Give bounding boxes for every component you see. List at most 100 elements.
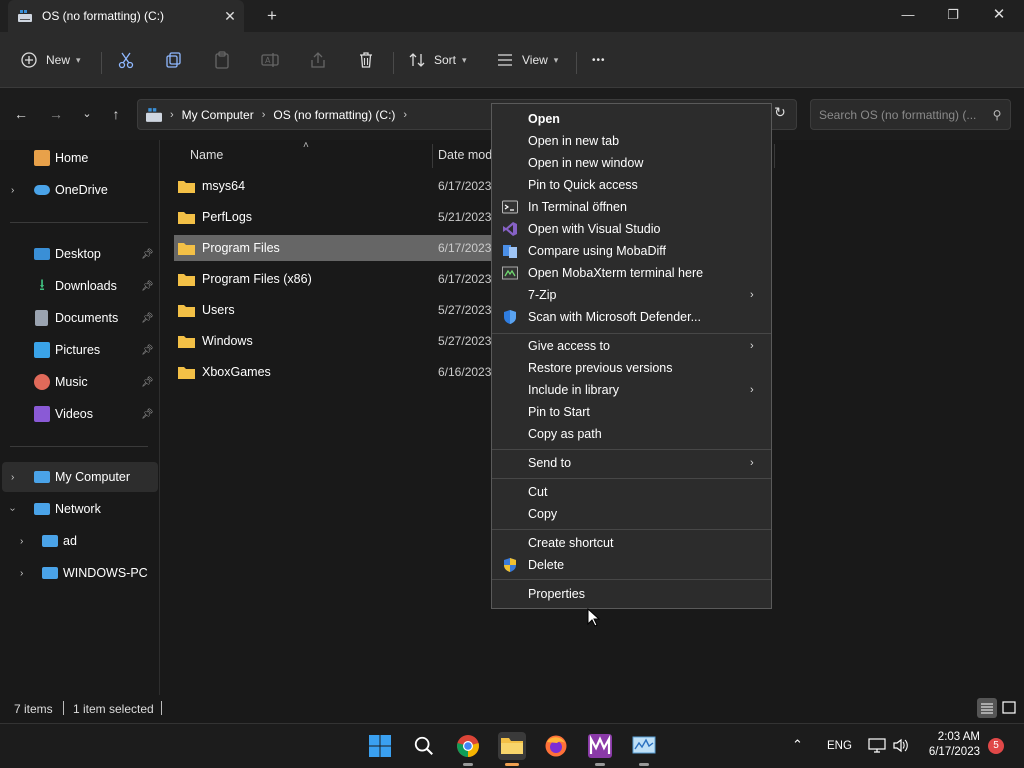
paste-button[interactable] [213,44,231,76]
sidebar-item-pictures[interactable]: Pictures 📌︎ [0,335,158,365]
menu-item-send-to[interactable]: Send to › [492,452,771,474]
pin-icon[interactable]: 📌︎ [141,345,154,356]
sidebar-item-network[interactable]: › Network [0,494,158,524]
copy-button[interactable] [165,44,183,76]
sidebar-item-home[interactable]: Home [0,143,158,173]
chevron-right-icon[interactable]: › [11,185,14,196]
menu-item-open-new-window[interactable]: Open in new window [492,152,771,174]
menu-item-copy[interactable]: Copy [492,503,771,525]
mobaxterm-taskbar-button[interactable] [586,732,614,766]
sidebar-item-music[interactable]: Music 📌︎ [0,367,158,397]
menu-item-include-library[interactable]: Include in library › [492,379,771,401]
file-date: 5/27/2023 [438,303,492,317]
search-icon[interactable]: ⚲ [984,108,1010,122]
sidebar-item-my-computer[interactable]: › My Computer [2,462,158,492]
column-header-name[interactable]: Name [190,148,223,162]
file-row-program-files[interactable]: Program Files 6/17/2023 [174,235,492,261]
sidebar-item-documents[interactable]: Documents 📌︎ [0,303,158,333]
search-taskbar-button[interactable] [410,732,438,760]
pin-icon[interactable]: 📌︎ [141,249,154,260]
more-options-button[interactable]: ••• [592,44,606,76]
rename-button[interactable]: A [261,44,279,76]
recent-chevron-icon[interactable]: ⌄ [75,104,99,124]
menu-item-mobadiff[interactable]: Compare using MobaDiff [492,240,771,262]
file-row-perflogs[interactable]: PerfLogs 5/21/2023 [174,204,492,230]
chevron-right-icon[interactable]: › [20,536,23,547]
breadcrumb-my-computer[interactable]: My Computer [182,108,254,122]
menu-item-open-new-tab[interactable]: Open in new tab [492,130,771,152]
menu-item-cut[interactable]: Cut [492,481,771,503]
menu-item-pin-quick-access[interactable]: Pin to Quick access [492,174,771,196]
firefox-taskbar-button[interactable] [542,732,570,760]
file-row-windows[interactable]: Windows 5/27/2023 [174,328,492,354]
delete-button[interactable] [357,44,375,76]
notification-badge[interactable]: 5 [988,738,1004,754]
menu-item-mobaxterm[interactable]: Open MobaXterm terminal here [492,262,771,284]
sidebar-item-windows-pc[interactable]: › WINDOWS-PC [0,558,158,588]
sidebar-item-videos[interactable]: Videos 📌︎ [0,399,158,429]
view-button[interactable]: View ▾ [496,44,558,76]
sidebar-item-desktop[interactable]: Desktop 📌︎ [0,239,158,269]
forward-arrow-icon[interactable]: → [44,104,68,124]
column-divider[interactable] [432,144,433,168]
tiles-view-button[interactable] [999,698,1019,718]
menu-item-create-shortcut[interactable]: Create shortcut [492,532,771,554]
file-name: Windows [202,334,253,348]
back-arrow-icon[interactable]: ← [9,104,33,124]
volume-icon[interactable] [892,737,910,754]
new-button[interactable]: New ▾ [20,44,81,76]
file-row-xboxgames[interactable]: XboxGames 6/16/2023 [174,359,492,385]
language-indicator[interactable]: ENG [827,740,852,752]
menu-item-open[interactable]: Open [492,108,771,130]
share-button[interactable] [309,44,327,76]
breadcrumb-chevron-icon: › [170,108,174,121]
file-row-program-files-x86[interactable]: Program Files (x86) 6/17/2023 [174,266,492,292]
menu-item-properties[interactable]: Properties [492,583,771,605]
file-row-users[interactable]: Users 5/27/2023 [174,297,492,323]
close-window-button[interactable]: ✕ [976,0,1022,32]
search-input[interactable]: Search OS (no formatting) (... [819,108,984,122]
menu-item-copy-path[interactable]: Copy as path [492,423,771,445]
chevron-right-icon[interactable]: › [11,472,14,483]
sidebar-item-label: WINDOWS-PC [63,566,148,580]
pin-icon[interactable]: 📌︎ [141,409,154,420]
menu-item-restore-versions[interactable]: Restore previous versions [492,357,771,379]
cut-button[interactable] [117,44,135,76]
new-tab-button[interactable]: + [262,6,282,26]
menu-item-delete[interactable]: Delete [492,554,771,576]
refresh-icon[interactable]: ↻ [770,104,790,124]
pin-icon[interactable]: 📌︎ [141,313,154,324]
menu-item-visual-studio[interactable]: Open with Visual Studio [492,218,771,240]
pin-icon[interactable]: 📌︎ [141,281,154,292]
menu-item-terminal[interactable]: In Terminal öffnen [492,196,771,218]
start-button[interactable] [366,732,394,760]
system-clock[interactable]: 2:03 AM 6/17/2023 [918,730,980,760]
details-view-button[interactable] [977,698,997,718]
chevron-down-icon[interactable]: › [7,507,18,510]
close-tab-icon[interactable]: ✕ [216,8,244,25]
file-row-msys64[interactable]: msys64 6/17/2023 [174,173,492,199]
menu-item-defender-scan[interactable]: Scan with Microsoft Defender... [492,306,771,328]
sort-button[interactable]: Sort ▾ [408,44,467,76]
up-arrow-icon[interactable]: ↑ [104,104,128,124]
pin-icon[interactable]: 📌︎ [141,377,154,388]
chevron-up-icon[interactable]: ⌃ [792,737,803,753]
sidebar-item-ad[interactable]: › ad [0,526,158,556]
menu-item-give-access[interactable]: Give access to › [492,335,771,357]
sidebar-item-onedrive[interactable]: › OneDrive [0,175,158,205]
network-status-icon[interactable] [868,737,886,754]
maximize-button[interactable]: ❐ [930,0,976,32]
sidebar-item-downloads[interactable]: ⭳ Downloads 📌︎ [0,271,158,301]
minimize-button[interactable]: — [885,0,931,32]
column-divider[interactable] [774,144,775,168]
search-box[interactable]: Search OS (no formatting) (... ⚲ [810,99,1011,130]
chevron-right-icon[interactable]: › [20,568,23,579]
menu-item-pin-start[interactable]: Pin to Start [492,401,771,423]
menu-item-7zip[interactable]: 7-Zip › [492,284,771,306]
resource-monitor-taskbar-button[interactable] [630,732,658,766]
column-header-date[interactable]: Date mod [438,148,492,162]
breadcrumb-os-drive[interactable]: OS (no formatting) (C:) [273,108,395,122]
file-explorer-taskbar-button[interactable] [498,732,526,766]
chrome-taskbar-button[interactable] [454,732,482,766]
tab-os-drive[interactable]: OS (no formatting) (C:) ✕ [8,0,244,32]
